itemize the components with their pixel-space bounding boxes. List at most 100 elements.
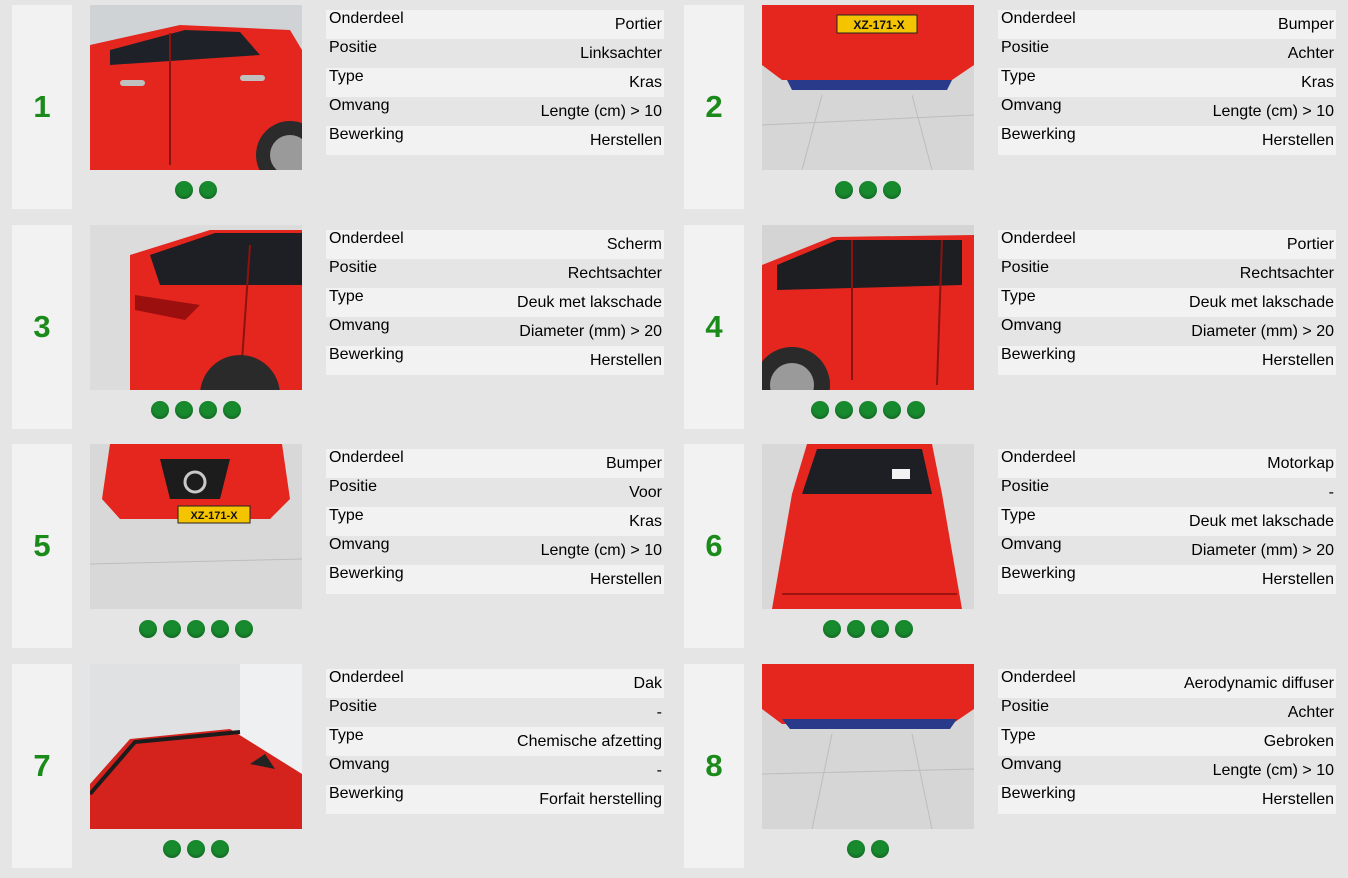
damage-number: 3: [12, 225, 72, 429]
value-positie: Rechtsachter: [567, 265, 662, 282]
image-pager: [90, 840, 302, 858]
row-positie: Positie -: [998, 478, 1336, 507]
damage-number: 1: [12, 5, 72, 209]
label-type: Type: [1001, 288, 1036, 305]
damage-details: Onderdeel Motorkap Positie - Type Deuk met …: [998, 449, 1336, 594]
pager-dot[interactable]: [859, 401, 877, 419]
damage-photo[interactable]: [762, 664, 974, 829]
value-type: Kras: [629, 74, 662, 91]
label-type: Type: [329, 288, 364, 305]
pager-dot[interactable]: [199, 181, 217, 199]
pager-dot[interactable]: [199, 401, 217, 419]
damage-card-5: 5 XZ-171-X Onderdeel Bumper Positie Voor T…: [12, 444, 674, 648]
pager-dot[interactable]: [223, 401, 241, 419]
row-omvang: Omvang Diameter (mm) > 20: [998, 317, 1336, 346]
car-roof-photo: [90, 664, 302, 829]
damage-number: 8: [684, 664, 744, 868]
damage-details: Onderdeel Portier Positie Linksachter Type…: [326, 10, 664, 155]
pager-dot[interactable]: [139, 620, 157, 638]
row-onderdeel: Onderdeel Bumper: [998, 10, 1336, 39]
value-omvang: Diameter (mm) > 20: [519, 323, 662, 340]
value-bewerking: Herstellen: [1261, 132, 1334, 149]
value-positie: Achter: [1287, 704, 1334, 721]
row-positie: Positie Rechtsachter: [326, 259, 664, 288]
label-type: Type: [1001, 727, 1036, 744]
damage-photo[interactable]: [90, 5, 302, 170]
pager-dot[interactable]: [163, 620, 181, 638]
label-bewerking: Bewerking: [329, 126, 404, 143]
label-onderdeel: Onderdeel: [329, 449, 404, 466]
pager-dot[interactable]: [907, 401, 925, 419]
row-onderdeel: Onderdeel Motorkap: [998, 449, 1336, 478]
damage-photo[interactable]: [762, 225, 974, 390]
damage-photo[interactable]: XZ-171-X: [762, 5, 974, 170]
label-onderdeel: Onderdeel: [329, 669, 404, 686]
pager-dot[interactable]: [811, 401, 829, 419]
car-front-bumper-photo: XZ-171-X: [90, 444, 302, 609]
pager-dot[interactable]: [175, 401, 193, 419]
value-onderdeel: Aerodynamic diffuser: [1184, 675, 1334, 692]
label-omvang: Omvang: [1001, 97, 1062, 114]
pager-dot[interactable]: [883, 181, 901, 199]
row-bewerking: Bewerking Herstellen: [998, 346, 1336, 375]
damage-photo[interactable]: XZ-171-X: [90, 444, 302, 609]
damage-photo[interactable]: [90, 664, 302, 829]
damage-photo[interactable]: [762, 444, 974, 609]
pager-dot[interactable]: [175, 181, 193, 199]
value-onderdeel: Bumper: [1277, 16, 1334, 33]
pager-dot[interactable]: [187, 620, 205, 638]
label-bewerking: Bewerking: [329, 565, 404, 582]
row-bewerking: Bewerking Herstellen: [998, 126, 1336, 155]
car-rear-bumper-photo: XZ-171-X: [762, 5, 974, 170]
value-type: Kras: [629, 513, 662, 530]
row-omvang: Omvang Diameter (mm) > 20: [326, 317, 664, 346]
label-positie: Positie: [329, 478, 378, 495]
label-omvang: Omvang: [1001, 536, 1062, 553]
pager-dot[interactable]: [871, 620, 889, 638]
label-onderdeel: Onderdeel: [1001, 449, 1076, 466]
damage-photo[interactable]: [90, 225, 302, 390]
pager-dot[interactable]: [235, 620, 253, 638]
pager-dot[interactable]: [895, 620, 913, 638]
label-omvang: Omvang: [329, 97, 390, 114]
row-onderdeel: Onderdeel Scherm: [326, 230, 664, 259]
license-plate: XZ-171-X: [853, 18, 904, 32]
label-onderdeel: Onderdeel: [1001, 669, 1076, 686]
label-onderdeel: Onderdeel: [1001, 10, 1076, 27]
damage-card-4: 4 Onderdeel Portier Positie Rechtsachter T…: [684, 225, 1346, 429]
pager-dot[interactable]: [151, 401, 169, 419]
pager-dot[interactable]: [211, 620, 229, 638]
row-onderdeel: Onderdeel Portier: [998, 230, 1336, 259]
damage-card-8: 8 Onderdeel Aerodynamic diffuser Positie A…: [684, 664, 1346, 868]
pager-dot[interactable]: [871, 840, 889, 858]
value-positie: Rechtsachter: [1239, 265, 1334, 282]
value-omvang: -: [656, 762, 662, 779]
label-onderdeel: Onderdeel: [329, 10, 404, 27]
pager-dot[interactable]: [883, 401, 901, 419]
damage-number: 2: [684, 5, 744, 209]
damage-details: Onderdeel Bumper Positie Achter Type Kras O…: [998, 10, 1336, 155]
label-bewerking: Bewerking: [1001, 785, 1076, 802]
pager-dot[interactable]: [187, 840, 205, 858]
value-type: Chemische afzetting: [517, 733, 662, 750]
pager-dot[interactable]: [835, 401, 853, 419]
damage-card-1: 1 Onderdeel Portier Positie Linksachter Ty…: [12, 5, 674, 209]
row-type: Type Deuk met lakschade: [998, 288, 1336, 317]
image-pager: [762, 620, 974, 638]
image-pager: [762, 401, 974, 419]
row-type: Type Kras: [326, 507, 664, 536]
value-bewerking: Forfait herstelling: [539, 791, 662, 808]
value-onderdeel: Portier: [614, 16, 662, 33]
image-pager: [762, 840, 974, 858]
pager-dot[interactable]: [859, 181, 877, 199]
pager-dot[interactable]: [847, 840, 865, 858]
pager-dot[interactable]: [847, 620, 865, 638]
label-omvang: Omvang: [329, 536, 390, 553]
pager-dot[interactable]: [835, 181, 853, 199]
value-bewerking: Herstellen: [589, 352, 662, 369]
value-positie: Achter: [1287, 45, 1334, 62]
row-omvang: Omvang Lengte (cm) > 10: [998, 97, 1336, 126]
pager-dot[interactable]: [823, 620, 841, 638]
pager-dot[interactable]: [211, 840, 229, 858]
pager-dot[interactable]: [163, 840, 181, 858]
